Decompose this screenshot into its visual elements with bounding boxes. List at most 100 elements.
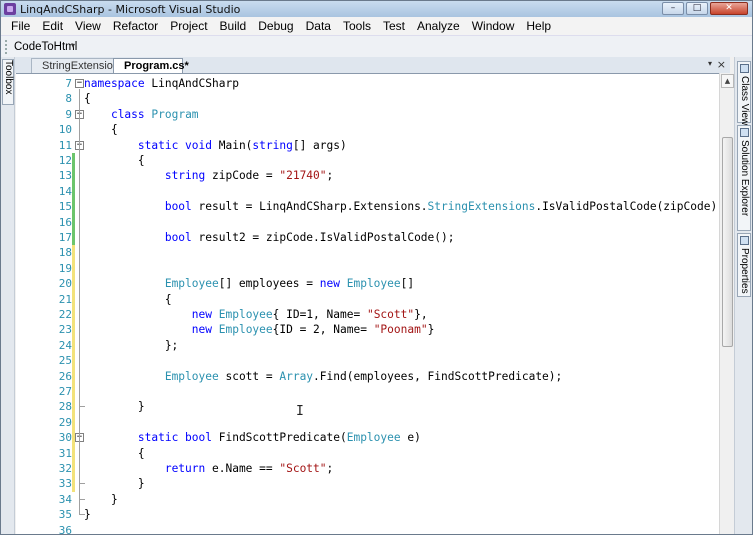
code-line[interactable]: 22 new Employee{ ID=1, Name= "Scott"}, [16, 307, 719, 323]
menu-file[interactable]: File [5, 19, 36, 33]
code-line[interactable]: 13 string zipCode = "21740"; [16, 168, 719, 184]
code-token: result = LinqAndCSharp.Extensions. [198, 200, 428, 214]
menu-tools[interactable]: Tools [337, 19, 377, 33]
code-line[interactable]: 32 return e.Name == "Scott"; [16, 461, 719, 477]
code-text: bool result = LinqAndCSharp.Extensions.S… [84, 199, 719, 214]
menu-help[interactable]: Help [520, 19, 557, 33]
window-controls: – □ ✕ [662, 2, 748, 15]
properties-tab[interactable]: Properties [737, 233, 751, 297]
code-line[interactable]: 33 } [16, 476, 719, 492]
code-line[interactable]: 25 [16, 353, 719, 369]
close-tab-icon[interactable]: × [717, 58, 726, 71]
maximize-button[interactable]: □ [686, 2, 708, 15]
code-token: e.Name == [212, 462, 280, 475]
code-line[interactable]: 26 Employee scott = Array.Find(employees… [16, 368, 719, 384]
line-number: 32 [58, 462, 72, 475]
toolbar: CodeToHtml ▾ [1, 35, 752, 57]
type-token: Array [279, 369, 314, 383]
code-text: namespace LinqAndCSharp [84, 76, 239, 91]
menu-project[interactable]: Project [164, 19, 213, 33]
menu-build[interactable]: Build [214, 19, 253, 33]
close-button[interactable]: ✕ [710, 2, 748, 15]
minimize-button[interactable]: – [662, 2, 684, 15]
menu-refactor[interactable]: Refactor [107, 19, 164, 33]
code-line[interactable]: 11− static void Main(string[] args) [16, 138, 719, 153]
outline-guide-line [79, 443, 80, 484]
code-line[interactable]: 8{ [16, 91, 719, 106]
code-line[interactable]: 35} [16, 507, 719, 522]
line-number: 13 [58, 169, 72, 183]
code-line[interactable]: 30− static bool FindScottPredicate(Emplo… [16, 430, 719, 446]
codetohtml-button[interactable]: CodeToHtml [11, 39, 80, 55]
line-number: 28 [58, 400, 72, 414]
code-line[interactable]: 12 { [16, 153, 719, 169]
unsaved-change-marker [72, 445, 75, 461]
code-line[interactable]: 17 bool result2 = zipCode.IsValidPostalC… [16, 230, 719, 246]
code-text: Employee[] employees = new Employee[] [84, 276, 414, 291]
unsaved-change-marker [72, 414, 75, 431]
solution-explorer-icon [740, 128, 749, 137]
line-number: 26 [58, 369, 72, 383]
code-text: string zipCode = "21740"; [84, 168, 333, 183]
menu-test[interactable]: Test [377, 19, 411, 33]
code-line[interactable]: 18 [16, 245, 719, 261]
code-token: ; [326, 169, 334, 183]
line-number: 27 [58, 385, 72, 398]
menu-view[interactable]: View [69, 19, 107, 33]
code-token: { [84, 92, 91, 106]
code-line[interactable]: 15 bool result = LinqAndCSharp.Extension… [16, 199, 719, 215]
solution-explorer-tab[interactable]: Solution Explorer [737, 125, 751, 231]
scrollbar-thumb[interactable] [722, 137, 733, 347]
code-line[interactable]: 9− class Program [16, 107, 719, 122]
code-line[interactable]: 27 [16, 384, 719, 400]
class-view-tab[interactable]: Class View [737, 61, 751, 125]
code-line[interactable]: 34 } [16, 491, 719, 507]
toolbar-grip-handle[interactable] [5, 40, 8, 54]
menu-edit[interactable]: Edit [36, 19, 69, 33]
menu-debug[interactable]: Debug [252, 19, 299, 33]
code-editor[interactable]: 7−namespace LinqAndCSharp8{9− class Prog… [16, 73, 719, 534]
collapse-outline-icon[interactable]: − [75, 79, 84, 88]
code-line[interactable]: 28 } [16, 399, 719, 415]
saved-change-marker [72, 199, 75, 215]
code-token: } [84, 400, 145, 414]
code-token: }; [84, 338, 179, 352]
unsaved-change-marker [72, 291, 75, 307]
tab-program-cs[interactable]: Program.cs* [113, 58, 189, 73]
tab-list-dropdown-icon[interactable]: ▾ [708, 59, 712, 68]
code-line[interactable]: 24 }; [16, 337, 719, 354]
code-line[interactable]: 16 [16, 214, 719, 230]
code-line[interactable]: 36 [16, 523, 719, 534]
toolbox-tab[interactable]: Toolbox [2, 59, 14, 105]
code-text: new Employee{ID = 2, Name= "Poonam"} [84, 322, 435, 337]
menu-bar: File Edit View Refactor Project Build De… [1, 17, 752, 35]
class-view-icon [740, 64, 749, 73]
code-text: static void Main(string[] args) [84, 138, 347, 153]
code-line[interactable]: 19 [16, 260, 719, 277]
scroll-up-arrow-icon[interactable]: ▲ [721, 74, 734, 88]
code-line[interactable]: 7− namespace LinqAndCSharp [16, 76, 719, 91]
menu-analyze[interactable]: Analyze [411, 19, 466, 33]
code-line[interactable]: 10 { [16, 122, 719, 137]
code-line[interactable]: 29 [16, 414, 719, 431]
code-line[interactable]: 23 new Employee{ID = 2, Name= "Poonam"} [16, 322, 719, 338]
menu-window[interactable]: Window [466, 19, 521, 33]
code-token: } [84, 477, 145, 491]
menu-data[interactable]: Data [300, 19, 337, 33]
line-number: 15 [58, 200, 72, 214]
toolbar-overflow-icon[interactable]: ▾ [71, 41, 75, 50]
code-line[interactable]: 20 Employee[] employees = new Employee[] [16, 276, 719, 292]
code-line[interactable]: 21 { [16, 291, 719, 307]
line-number: 20 [58, 277, 72, 291]
line-number: 12 [58, 154, 72, 167]
vertical-scrollbar[interactable]: ▲ [719, 73, 734, 534]
code-line[interactable]: 31 { [16, 445, 719, 461]
code-line[interactable]: 14 [16, 183, 719, 200]
title-bar[interactable]: LinqAndCSharp - Microsoft Visual Studio … [1, 1, 752, 17]
